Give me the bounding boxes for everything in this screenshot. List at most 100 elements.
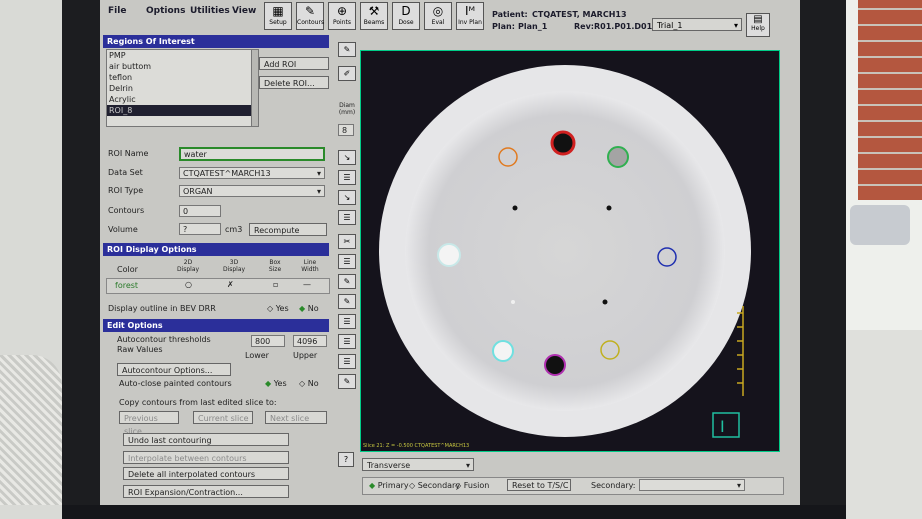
roi-expansion-button[interactable]: ROI Expansion/Contraction... [123,485,289,498]
secondary-radio[interactable]: ◇ Secondary [409,481,460,490]
marker-dot [511,300,515,304]
list-item[interactable]: air buttom [107,61,252,72]
upper-threshold-input[interactable]: 4096 [293,335,327,347]
recompute-button[interactable]: Recompute [249,223,327,236]
radio-selected-icon: ◆ [265,379,272,388]
tool-button[interactable]: ✂ [338,234,356,249]
list-item[interactable]: teflon [107,72,252,83]
add-roi-button[interactable]: Add ROI [259,57,329,70]
dataset-select[interactable]: CTQATEST^MARCH13 ▾ [179,167,325,179]
bev-yes-radio[interactable]: ◇ Yes [267,304,289,313]
display-row[interactable]: forest ○ ✗ ▫ — [106,278,330,294]
toolbar-inv-plan-button[interactable]: Iᴹ Inv Plan [456,2,484,30]
toolbar-setup-button[interactable]: ▦ Setup [264,2,292,30]
current-slice-button[interactable]: Current slice [193,411,253,424]
previous-slice-button[interactable]: Previous slice [119,411,179,436]
contours-label: Contours [108,206,145,215]
patient-name: CTQATEST, MARCH13 [532,10,627,19]
trial-dropdown[interactable]: Trial_1 ▾ [652,18,742,31]
rev-label: Rev: [574,22,594,31]
roi-type-select[interactable]: ORGAN ▾ [179,185,325,197]
tool-button[interactable]: ✎ [338,274,356,289]
toolbar-contours-button[interactable]: ✎ Contours [296,2,324,30]
tool-button[interactable]: ☰ [338,210,356,225]
display-3d-icon[interactable]: ✗ [227,280,234,289]
ct-phantom-image: I [379,65,751,438]
erase-tool-button[interactable]: ✐ [338,66,356,81]
dose-icon: D [401,4,411,18]
tool-button[interactable]: ☰ [338,314,356,329]
autoclose-no-radio[interactable]: ◇ No [299,379,319,388]
box-size-icon[interactable]: ▫ [273,280,278,289]
undo-contouring-button[interactable]: Undo last contouring [123,433,289,446]
contours-icon: ✎ [304,4,316,18]
menu-options[interactable]: Options [146,6,185,16]
tool-button[interactable]: ☰ [338,334,356,349]
list-item[interactable]: Delrin [107,83,252,94]
menu-view[interactable]: View [232,6,256,16]
rev-value: R01.P01.D01 [594,22,653,31]
upper-label: Upper [293,351,318,360]
lower-threshold-input[interactable]: 800 [251,335,285,347]
tool-button[interactable]: ☰ [338,354,356,369]
menu-file[interactable]: File [108,6,126,16]
arrow-tool-icon: ↘ [343,153,351,162]
desk-fan [0,355,62,505]
menu-bar: File Options Utilities View ▦ Setup ✎ Cont… [100,0,800,37]
inv-plan-icon: Iᴹ [464,4,476,18]
autoclose-yes-radio[interactable]: ◆ Yes [265,379,287,388]
paint-tool-button[interactable]: ✎ [338,42,356,57]
toolbar-beams-button[interactable]: ⚒ Beams [360,2,388,30]
tool-button[interactable]: ☰ [338,170,356,185]
bev-no-radio[interactable]: ◆ No [299,304,319,313]
list-item[interactable]: Acrylic [107,94,252,105]
monitor-bezel-bottom [62,505,846,519]
col-line-width: Line Width [301,259,319,273]
diam-input[interactable]: 8 [338,124,354,136]
roi-contour-red [550,130,576,156]
orientation-select[interactable]: Transverse ▾ [362,458,474,471]
autoclose-label: Auto-close painted contours [119,379,232,388]
list-item-selected[interactable]: ROI_8 [107,105,252,116]
autocontour-options-button[interactable]: Autocontour Options... [117,363,231,376]
fusion-radio[interactable]: ◇ Fusion [455,481,489,490]
tool-button[interactable]: ↘ [338,190,356,205]
tool-button[interactable]: ✎ [338,294,356,309]
delete-interpolated-button[interactable]: Delete all interpolated contours [123,467,289,480]
primary-radio[interactable]: ◆ Primary [369,481,409,490]
toolbar-points-button[interactable]: ⊕ Points [328,2,356,30]
toolbar-dose-button[interactable]: D Dose [392,2,420,30]
roi-list[interactable]: PMP air buttom teflon Delrin Acrylic ROI… [106,49,253,127]
interpolate-button[interactable]: Interpolate between contours [123,451,289,464]
delete-roi-button[interactable]: Delete ROI... [259,76,329,89]
roi-panel: Regions Of Interest PMP air buttom teflo… [103,33,333,503]
monitor-bezel-left [62,0,100,519]
roi-list-scrollbar[interactable] [251,49,259,127]
arrow-tool-icon: ↘ [343,193,351,202]
next-slice-button[interactable]: Next slice [265,411,327,424]
tool-button[interactable]: ↘ [338,150,356,165]
app-screen: File Options Utilities View ▦ Setup ✎ Cont… [100,0,800,505]
roi-contour-magenta [544,354,566,376]
toolbar-eval-button[interactable]: ◎ Eval [424,2,452,30]
line-width-icon[interactable]: — [303,280,311,289]
list-item[interactable]: PMP [107,50,252,61]
secondary-select[interactable]: ▾ [639,479,745,491]
marker-dot [606,205,612,211]
roi-contour-cyan [492,340,514,362]
ct-image-viewer[interactable]: I Slice 21: Z = -0.500 CTQATEST^MARCH13 [360,50,780,452]
reset-tsc-button[interactable]: Reset to T/S/C [507,479,571,491]
orientation-icon: I [720,417,725,436]
help-question-button[interactable]: ? [338,452,354,467]
tool-button[interactable]: ✎ [338,374,356,389]
dataset-label: Data Set [108,168,143,177]
eval-icon: ◎ [432,4,444,18]
color-value[interactable]: forest [115,281,138,290]
col-2d-display: 2D Display [176,259,200,273]
roi-name-input[interactable]: water [179,147,325,161]
menu-utilities[interactable]: Utilities [190,6,230,16]
plan-name: Plan_1 [518,22,548,31]
tool-button[interactable]: ☰ [338,254,356,269]
circle-icon[interactable]: ○ [185,280,192,289]
help-button[interactable]: ▤ Help [746,13,770,37]
